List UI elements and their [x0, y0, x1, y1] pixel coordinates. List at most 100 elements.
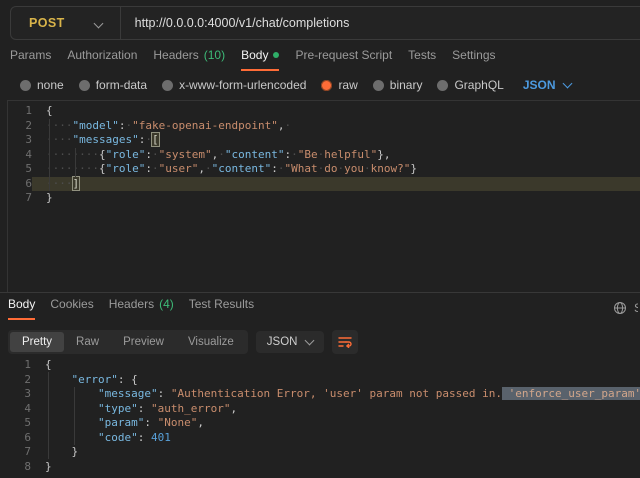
line-number: 8 [7, 460, 31, 475]
line-number: 5 [7, 416, 31, 431]
body-type-binary[interactable]: binary [373, 78, 423, 92]
tab-tests[interactable]: Tests [408, 48, 436, 71]
tab-settings[interactable]: Settings [452, 48, 495, 71]
code-line-3[interactable]: 3 "message": "Authentication Error, 'use… [7, 387, 640, 402]
tab-pre-request-script[interactable]: Pre-request Script [295, 48, 392, 71]
divider [120, 7, 121, 39]
tab-label: Headers [153, 48, 198, 62]
response-tabs: Body Cookies Headers (4) Test Results [8, 297, 254, 320]
method-dropdown[interactable]: POST [11, 16, 65, 30]
code-line-1[interactable]: 1{ [8, 104, 640, 119]
tab-params[interactable]: Params [10, 48, 51, 71]
response-language-label: JSON [267, 336, 298, 348]
line-number: 7 [8, 191, 32, 206]
code-line-2[interactable]: 2 "error": { [7, 373, 640, 388]
code-line-5[interactable]: 5········{"role":·"user",·"content":·"Wh… [8, 162, 640, 177]
line-number: 1 [7, 358, 31, 373]
tab-count-badge: (4) [159, 297, 174, 311]
radio-icon [437, 80, 448, 91]
tab-label: Pre-request Script [295, 48, 392, 62]
tab-headers[interactable]: Headers (10) [153, 48, 225, 71]
code-line-5[interactable]: 5 "param": "None", [7, 416, 640, 431]
response-tab-body[interactable]: Body [8, 297, 35, 320]
response-toolbar: PrettyRawPreviewVisualize JSON [8, 330, 358, 354]
line-number: 1 [8, 104, 32, 119]
body-type-x-www-form-urlencoded[interactable]: x-www-form-urlencoded [162, 78, 306, 92]
response-tab-headers[interactable]: Headers (4) [109, 297, 174, 320]
response-header-right: S [613, 301, 638, 315]
wrap-text-button[interactable] [332, 330, 358, 354]
tab-label: Test Results [189, 297, 254, 311]
radio-icon [20, 80, 31, 91]
tab-label: Body [8, 297, 35, 311]
tab-label: Body [241, 48, 268, 62]
tab-label: Authorization [67, 48, 137, 62]
body-type-graphql[interactable]: GraphQL [437, 78, 503, 92]
tab-count-badge: (10) [204, 48, 225, 62]
code-line-4[interactable]: 4 "type": "auth_error", [7, 402, 640, 417]
line-number: 4 [8, 148, 32, 163]
line-number: 2 [7, 373, 31, 388]
response-language-dropdown[interactable]: JSON [256, 331, 325, 353]
radio-label: none [37, 78, 64, 92]
radio-label: x-www-form-urlencoded [179, 78, 306, 92]
chevron-down-icon[interactable] [93, 18, 103, 28]
code-line-7[interactable]: 7 } [7, 445, 640, 460]
radio-icon [79, 80, 90, 91]
line-number: 3 [7, 387, 31, 402]
body-type-none[interactable]: none [20, 78, 64, 92]
line-number: 5 [8, 162, 32, 177]
body-language-dropdown[interactable]: JSON [523, 78, 571, 92]
view-preview[interactable]: Preview [111, 332, 176, 352]
response-divider [0, 292, 640, 293]
request-tabs: Params Authorization Headers (10) Body Pre-re… [10, 48, 496, 71]
response-body-editor[interactable]: 1{2 "error": {3 "message": "Authenticati… [7, 355, 640, 478]
view-mode-segmented-control: PrettyRawPreviewVisualize [8, 330, 248, 354]
radio-label: form-data [96, 78, 147, 92]
request-url-bar: POST http://0.0.0.0:4000/v1/chat/complet… [10, 6, 640, 40]
code-line-2[interactable]: 2····"model":·"fake-openai-endpoint",· [8, 119, 640, 134]
indent-guide [48, 372, 49, 459]
radio-label: binary [390, 78, 423, 92]
view-raw[interactable]: Raw [64, 332, 111, 352]
wrap-text-icon [338, 336, 352, 348]
indent-guide [75, 148, 76, 177]
code-line-8[interactable]: 8} [7, 460, 640, 475]
tab-label: Cookies [50, 297, 93, 311]
code-line-1[interactable]: 1{ [7, 358, 640, 373]
tab-label: Tests [408, 48, 436, 62]
response-tab-cookies[interactable]: Cookies [50, 297, 93, 320]
response-tab-test-results[interactable]: Test Results [189, 297, 254, 320]
tab-label: Settings [452, 48, 495, 62]
view-pretty[interactable]: Pretty [10, 332, 64, 352]
globe-icon[interactable] [613, 301, 627, 315]
body-type-row: none form-data x-www-form-urlencoded raw bin… [20, 78, 571, 92]
radio-label: GraphQL [454, 78, 503, 92]
request-body-editor[interactable]: 1{2····"model":·"fake-openai-endpoint",·… [7, 100, 640, 293]
radio-label: raw [338, 78, 357, 92]
status-text-clipped: S [634, 301, 638, 315]
line-number: 2 [8, 119, 32, 134]
body-type-raw[interactable]: raw [321, 78, 357, 92]
body-type-form-data[interactable]: form-data [79, 78, 147, 92]
line-number: 7 [7, 445, 31, 460]
code-line-6[interactable]: 6 "code": 401 [7, 431, 640, 446]
radio-icon [162, 80, 173, 91]
green-dot-icon [273, 52, 279, 58]
code-line-3[interactable]: 3····"messages":·[ [8, 133, 640, 148]
tab-label: Params [10, 48, 51, 62]
url-input[interactable]: http://0.0.0.0:4000/v1/chat/completions [135, 16, 350, 30]
tab-body[interactable]: Body [241, 48, 279, 71]
code-line-6[interactable]: 6····] [8, 177, 640, 192]
line-number: 6 [7, 431, 31, 446]
indent-guide [49, 119, 50, 191]
code-line-4[interactable]: 4········{"role":·"system",·"content":·"… [8, 148, 640, 163]
radio-icon [373, 80, 384, 91]
indent-guide [74, 387, 75, 445]
tab-label: Headers [109, 297, 154, 311]
view-visualize[interactable]: Visualize [176, 332, 246, 352]
code-line-7[interactable]: 7} [8, 191, 640, 206]
tab-authorization[interactable]: Authorization [67, 48, 137, 71]
chevron-down-icon [562, 79, 572, 89]
radio-icon [321, 80, 332, 91]
